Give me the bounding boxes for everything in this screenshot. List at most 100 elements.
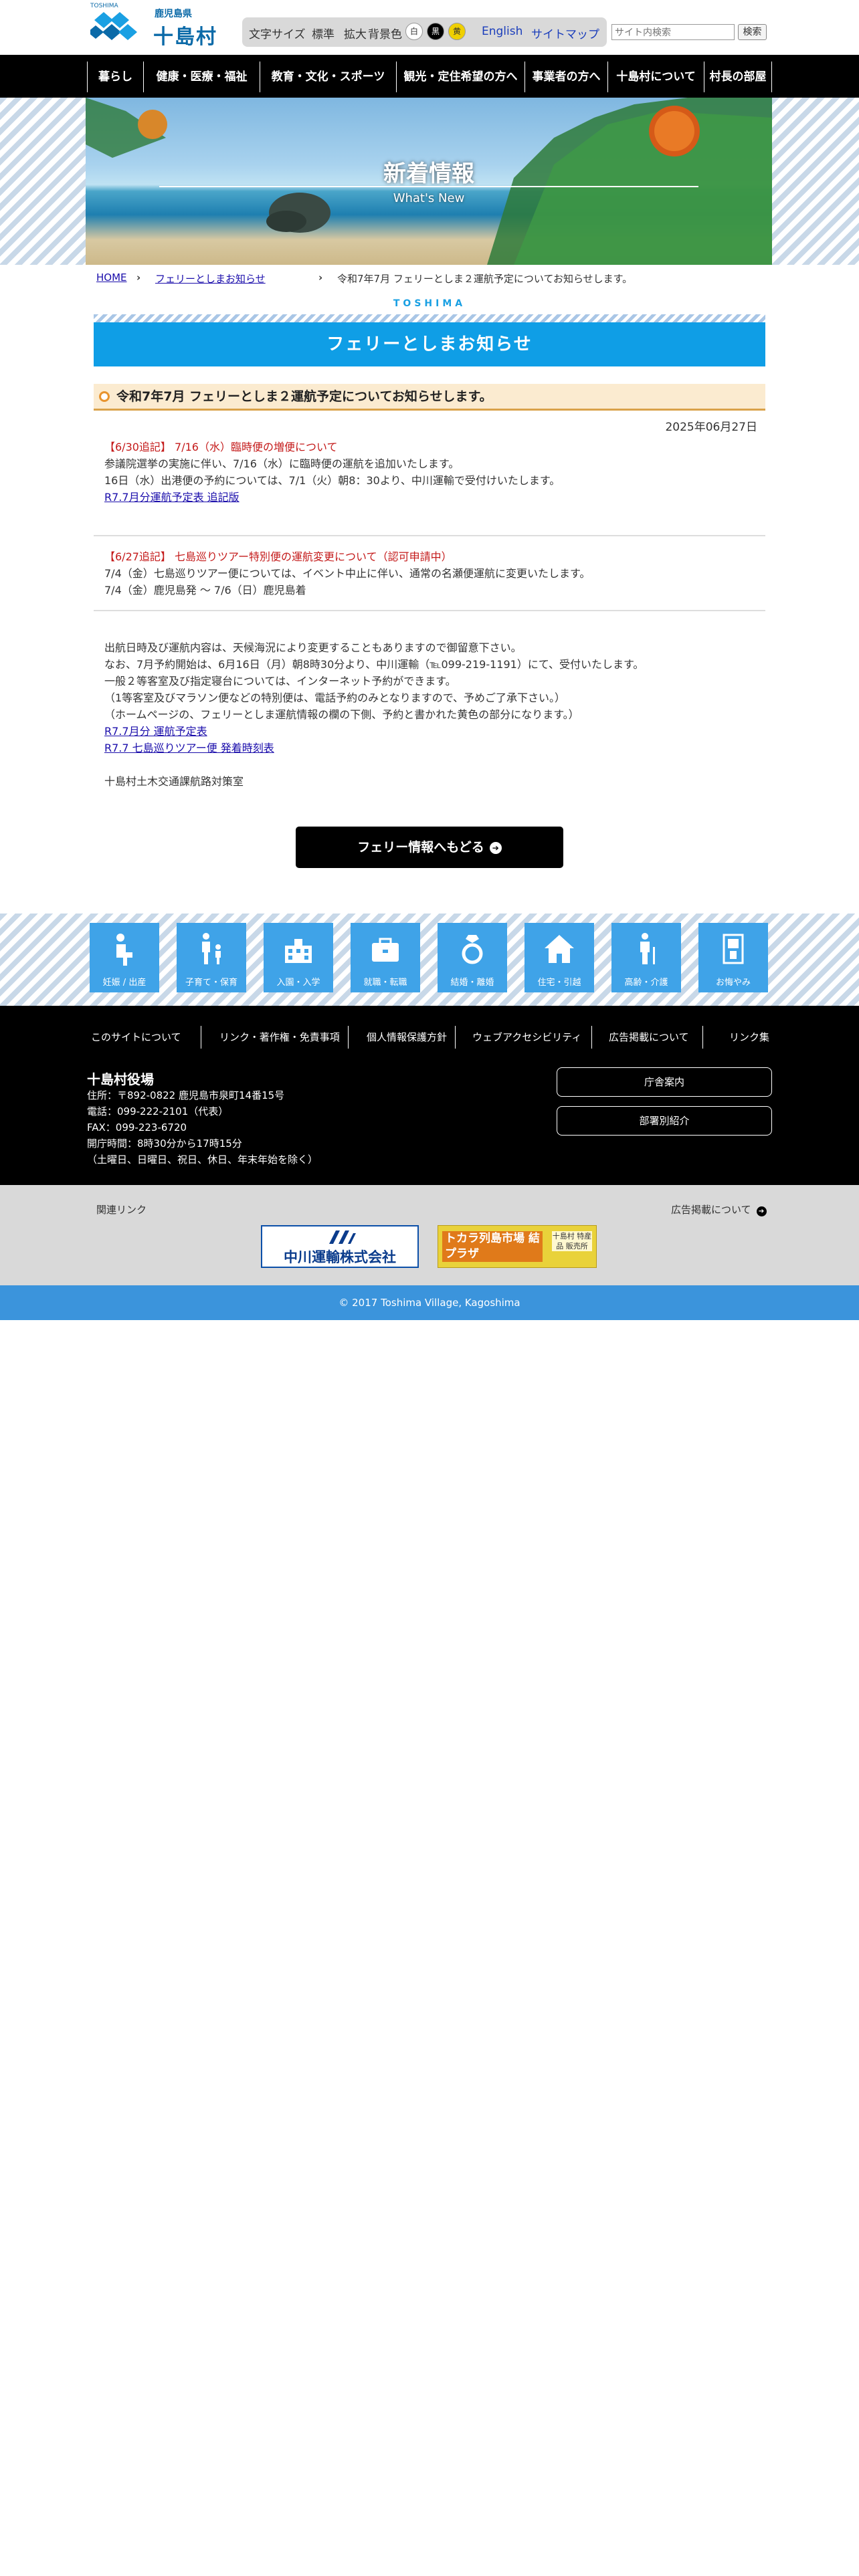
logo-mark-icon	[90, 12, 137, 40]
banner1-text: 中川運輸株式会社	[284, 1249, 396, 1265]
category-label: 入園・入学	[276, 978, 320, 988]
hero-band: 新着情報 What's New	[0, 98, 859, 265]
font-size-standard-button[interactable]: 標準	[312, 25, 335, 41]
office-hours: 開庁時間：8時30分から17時15分	[87, 1138, 242, 1150]
article-block-1: 【6/30追記】 7/16（水）臨時便の増便について 参議院選挙の実施に伴い、7…	[104, 439, 760, 506]
block3-signature: 十島村土木交通課航路対策室	[104, 775, 244, 788]
utility-bar: 文字サイズ 標準 拡大 背景色 白 黒 黄 English サイトマップ	[242, 17, 607, 47]
english-link[interactable]: English	[482, 25, 522, 38]
office-guide-button[interactable]: 庁舎案内	[557, 1067, 772, 1097]
block3-line2: なお、7月予約開始は、6月16日（月）朝8時30分より、中川運輸（℡099-21…	[104, 658, 644, 671]
chevron-right-icon: ›	[318, 272, 323, 284]
block3-line5: （ホームページの、フェリーとしま運航情報の欄の下側、予約と書かれた黄色の部分にな…	[104, 708, 579, 721]
category-label: 就職・転職	[363, 978, 407, 988]
banner2-side-text: 十島村 特産品 販売所	[552, 1231, 592, 1251]
office-address: 住所：〒892-0822 鹿児島市泉町14番15号	[87, 1089, 285, 1101]
block1-line1: 参議院選挙の実施に伴い、7/16（水）に臨時便の運航を追加いたします。	[104, 457, 460, 470]
category-employment[interactable]: 就職・転職	[351, 923, 420, 992]
pregnancy-icon	[116, 934, 132, 966]
footer-link-copyright[interactable]: リンク・著作権・免責事項	[219, 1030, 340, 1044]
category-elderly-care[interactable]: 高齢・介護	[611, 923, 681, 992]
site-search-input[interactable]	[611, 24, 735, 40]
breadcrumb-current: 令和7年7月 フェリーとしま２運航予定についてお知らせします。	[337, 273, 633, 285]
bg-color-label: 背景色	[368, 28, 402, 41]
bg-black-button[interactable]: 黒	[427, 23, 444, 40]
category-pregnancy[interactable]: 妊娠 / 出産	[90, 923, 159, 992]
section-title: フェリーとしまお知らせ	[94, 322, 765, 366]
departments-button[interactable]: 部署別紹介	[557, 1106, 772, 1136]
nav-item-tourism[interactable]: 観光・定住希望の方へ	[396, 62, 524, 92]
bg-white-button[interactable]: 白	[405, 23, 423, 40]
category-marriage[interactable]: 結婚・離婚	[438, 923, 507, 992]
font-size-label: 文字サイズ	[249, 28, 306, 41]
footer-link-accessibility[interactable]: ウェブアクセシビリティ	[472, 1030, 581, 1044]
footer-separator	[591, 1026, 592, 1049]
circle-bullet-icon	[99, 391, 110, 402]
arrow-right-icon: ➔	[489, 842, 502, 854]
briefcase-icon	[372, 938, 399, 962]
divider	[94, 535, 765, 536]
block2-heading: 【6/27追記】 七島巡りツアー特別便の運航変更について（認可申請中）	[104, 550, 452, 563]
school-icon	[285, 939, 312, 963]
article-date: 2025年06月27日	[665, 421, 757, 434]
sitemap-link[interactable]: サイトマップ	[531, 25, 599, 41]
category-label: 妊娠 / 出産	[102, 978, 147, 988]
nav-item-living[interactable]: 暮らし	[87, 62, 143, 92]
section-stripe	[94, 314, 765, 322]
footer-link-about-site[interactable]: このサイトについて	[91, 1030, 181, 1044]
footer-link-privacy[interactable]: 個人情報保護方針	[367, 1030, 447, 1044]
schedule-revised-link[interactable]: R7.7月分運航予定表 追記版	[104, 491, 240, 504]
footer-link-links[interactable]: リンク集	[729, 1030, 769, 1044]
childcare-icon	[202, 933, 221, 964]
nakagawa-transport-banner[interactable]: 中川運輸株式会社	[261, 1225, 419, 1268]
advertising-info-link[interactable]: 広告掲載について ➔	[671, 1202, 767, 1216]
footer-separator	[455, 1026, 456, 1049]
site-header: TOSHIMA 鹿児島県 十島村 文字サイズ 標準 拡大 背景色 白 黒 黄 E…	[0, 0, 859, 55]
related-links: 関連リンク 広告掲載について ➔ 中川運輸株式会社 トカラ列島市場 結プラザ 十島…	[0, 1185, 859, 1285]
category-label: 住宅・引越	[537, 978, 581, 988]
breadcrumb-home-link[interactable]: HOME	[96, 272, 127, 284]
article-title: 令和7年7月 フェリーとしま２運航予定についてお知らせします。	[116, 389, 492, 404]
nav-item-about[interactable]: 十島村について	[607, 62, 704, 92]
breadcrumb-parent-link[interactable]: フェリーとしまお知らせ	[155, 272, 266, 286]
logo-village-name: 十島村	[153, 25, 217, 49]
footer-link-advertising[interactable]: 広告掲載について	[609, 1030, 689, 1044]
elderly-icon	[640, 933, 655, 964]
category-housing[interactable]: 住宅・引越	[524, 923, 594, 992]
block1-line2: 16日（水）出港便の予約については、7/1（火）朝8：30より、中川運輸で受付け…	[104, 474, 561, 487]
advertising-info-label: 広告掲載について	[671, 1204, 751, 1216]
bg-yellow-button[interactable]: 黄	[448, 23, 466, 40]
office-phone: 電話：099-222-2101（代表）	[87, 1105, 229, 1117]
section-logo: TOSHIMA	[393, 298, 466, 309]
office-name: 十島村役場	[87, 1071, 154, 1087]
house-icon	[545, 935, 574, 963]
article-title-bar: 令和7年7月 フェリーとしま２運航予定についてお知らせします。	[94, 384, 765, 411]
article-block-2: 【6/27追記】 七島巡りツアー特別便の運航変更について（認可申請中） 7/4（…	[104, 548, 760, 599]
category-school[interactable]: 入園・入学	[264, 923, 333, 992]
life-event-band: 妊娠 / 出産 子育て・保育 入園・入学 就職・転職 結婚・離婚 住宅・引越 高…	[0, 914, 859, 1006]
block3-line3: 一般２等客室及び指定寝台については、インターネット予約ができます。	[104, 675, 456, 687]
category-condolence[interactable]: お悔やみ	[698, 923, 768, 992]
copyright: © 2017 Toshima Village, Kagoshima	[0, 1285, 859, 1320]
site-logo[interactable]: TOSHIMA 鹿児島県 十島村	[90, 3, 224, 49]
hero-subtitle: What's New	[393, 191, 465, 205]
ring-icon	[462, 935, 483, 964]
block2-line1: 7/4（金）七島巡りツアー便については、イベント中止に伴い、通常の名瀬便運航に変…	[104, 567, 591, 580]
category-childcare[interactable]: 子育て・保育	[177, 923, 246, 992]
font-size-large-button[interactable]: 拡大	[344, 25, 367, 41]
return-to-ferry-button[interactable]: フェリー情報へもどる ➔	[296, 827, 563, 868]
nav-item-education[interactable]: 教育・文化・スポーツ	[260, 62, 396, 92]
tour-timetable-link[interactable]: R7.7 七島巡りツアー便 発着時刻表	[104, 742, 274, 754]
block3-line1: 出航日時及び運航内容は、天候海況により変更することもありますので御留意下さい。	[104, 641, 522, 654]
nav-item-health[interactable]: 健康・医療・福祉	[143, 62, 260, 92]
tokara-market-banner[interactable]: トカラ列島市場 結プラザ 十島村 特産品 販売所	[438, 1225, 597, 1268]
office-info: 住所：〒892-0822 鹿児島市泉町14番15号 電話：099-222-210…	[87, 1087, 318, 1168]
footer-separator	[702, 1026, 703, 1049]
category-label: お悔やみ	[715, 978, 751, 988]
hero-title: 新着情報	[383, 160, 474, 187]
search-button[interactable]: 検索	[738, 24, 767, 40]
schedule-link[interactable]: R7.7月分 運航予定表	[104, 725, 207, 738]
nav-item-business[interactable]: 事業者の方へ	[524, 62, 607, 92]
nav-item-mayor[interactable]: 村長の部屋	[704, 62, 772, 92]
